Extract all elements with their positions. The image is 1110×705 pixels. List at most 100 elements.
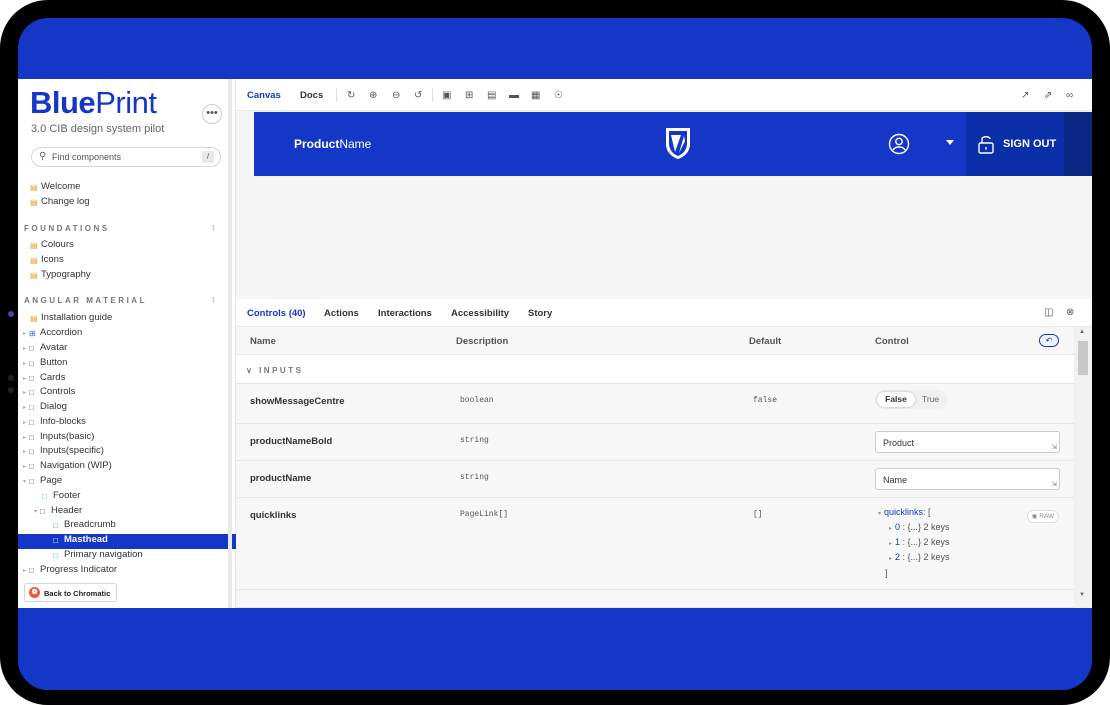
folder-icon: □ xyxy=(29,359,34,368)
prop-description: boolean xyxy=(460,396,494,405)
sidebar-item-progress-indicator[interactable]: ▸ □ Progress Indicator xyxy=(18,564,236,579)
controls-scrollbar[interactable]: ▲ ▼ xyxy=(1074,327,1092,608)
sidebar-item-info-blocks[interactable]: ▸ □ Info-blocks xyxy=(18,416,236,431)
sidebar-item-dialog[interactable]: ▸ □ Dialog xyxy=(18,401,236,416)
resize-handle-icon[interactable]: ⇲ xyxy=(1051,480,1057,488)
outline-icon[interactable]: ▦ xyxy=(531,90,540,101)
sidebar-item-colours[interactable]: ▤ Colours xyxy=(18,239,236,254)
reset-zoom-icon[interactable]: ↺ xyxy=(414,90,422,101)
sidebar-item-avatar[interactable]: ▸ □ Avatar xyxy=(18,342,236,357)
controls-table-header: Name Description Default Control ↶ xyxy=(236,327,1074,355)
more-options-button[interactable]: ••• xyxy=(202,104,222,124)
sidebar-item-page[interactable]: ▾ □ Page xyxy=(18,475,236,490)
reload-icon[interactable]: ↻ xyxy=(347,90,355,101)
sidebar-item-navigation[interactable]: ▸ □ Navigation (WIP) xyxy=(18,460,236,475)
chevron-down-icon[interactable] xyxy=(946,140,954,145)
zoom-out-icon[interactable]: ⊖ xyxy=(392,90,400,101)
json-close: ] xyxy=(885,568,888,578)
user-profile-icon[interactable] xyxy=(888,133,910,155)
scrollbar-thumb[interactable] xyxy=(1078,341,1088,375)
table-row: productNameBold string Product ⇲ xyxy=(236,424,1074,461)
scroll-up-icon[interactable]: ▲ xyxy=(1079,329,1085,335)
sidebar-item-accordion[interactable]: ▸ ⊞ Accordion xyxy=(18,327,236,342)
product-name-input[interactable]: Name ⇲ xyxy=(875,468,1060,490)
sidebar-item-masthead[interactable]: □ Masthead xyxy=(18,534,236,549)
sidebar-item-change-log[interactable]: ▤ Change log xyxy=(18,196,236,211)
document-icon: ▤ xyxy=(30,241,38,250)
column-header-description: Description xyxy=(456,336,509,347)
sidebar-item-welcome[interactable]: ▤ Welcome xyxy=(18,181,236,196)
folder-icon: □ xyxy=(29,477,34,486)
sidebar-item-header[interactable]: ▾ □ Header xyxy=(18,505,236,520)
sidebar-item-icons[interactable]: ▤ Icons xyxy=(18,254,236,269)
toggle-option-false[interactable]: False xyxy=(877,392,915,407)
json-root[interactable]: ▾ quicklinks: [ xyxy=(878,507,931,517)
sidebar-item-controls[interactable]: ▸ □ Controls xyxy=(18,386,236,401)
addons-tabbar: Controls (40) Actions Interactions Acces… xyxy=(236,299,1092,330)
sidebar-scrollbar[interactable] xyxy=(228,79,232,608)
back-to-chromatic-button[interactable]: ❁ Back to Chromatic xyxy=(24,583,117,602)
background-icon[interactable]: ▣ xyxy=(442,90,451,101)
sidebar-item-cards[interactable]: ▸ □ Cards xyxy=(18,372,236,387)
collapse-icon[interactable]: ↕ xyxy=(211,222,216,232)
sidebar: BluePrint 3.0 CIB design system pilot ••… xyxy=(18,79,236,608)
sidebar-item-footer[interactable]: □ Footer xyxy=(18,490,236,505)
zoom-in-icon[interactable]: ⊕ xyxy=(369,90,377,101)
sign-out-button[interactable]: SIGN OUT xyxy=(966,112,1064,176)
expand-icon[interactable]: ↕ xyxy=(211,294,216,304)
section-foundations[interactable]: FOUNDATIONS xyxy=(24,224,110,233)
copy-link-icon[interactable]: ∞ xyxy=(1066,90,1073,101)
reset-controls-button[interactable]: ↶ xyxy=(1039,334,1059,347)
prop-name: productNameBold xyxy=(250,436,333,447)
raw-json-button[interactable]: ◉ RAW xyxy=(1027,510,1059,523)
folder-icon: □ xyxy=(29,433,34,442)
prop-name: productName xyxy=(250,473,312,484)
toolbar: Canvas Docs ↻ ⊕ ⊖ ↺ ▣ ⊞ ▤ ▬ ▦ ☉ ↗ ⇗ ∞ xyxy=(236,79,1092,113)
tab-canvas[interactable]: Canvas xyxy=(245,90,283,113)
tab-docs[interactable]: Docs xyxy=(300,90,323,101)
toggle-option-true[interactable]: True xyxy=(922,394,939,404)
section-inputs-toggle[interactable]: ∨ INPUTS xyxy=(236,355,1074,384)
product-name-bold-input[interactable]: Product ⇲ xyxy=(875,431,1060,453)
json-entry[interactable]: ▸ 0 : {...} 2 keys xyxy=(889,522,950,532)
device-bottom-bar xyxy=(18,608,1092,690)
sidebar-item-breadcrumb[interactable]: □ Breadcrumb xyxy=(18,519,236,534)
chevron-right-icon: ▸ xyxy=(889,526,893,532)
tab-interactions[interactable]: Interactions xyxy=(378,308,432,319)
tab-story[interactable]: Story xyxy=(528,308,552,319)
logo-subtitle: 3.0 CIB design system pilot xyxy=(31,123,165,135)
search-input[interactable]: ⚲ Find components / xyxy=(31,147,221,167)
prop-default: [] xyxy=(753,510,763,519)
sidebar-item-typography[interactable]: ▤ Typography xyxy=(18,269,236,284)
folder-icon: □ xyxy=(29,418,34,427)
json-entry[interactable]: ▸ 1 : {...} 2 keys xyxy=(889,537,950,547)
fullscreen-icon[interactable]: ↗ xyxy=(1021,90,1029,101)
open-new-tab-icon[interactable]: ⇗ xyxy=(1044,90,1052,101)
chevron-right-icon: ▸ xyxy=(889,541,893,547)
sidebar-item-installation-guide[interactable]: ▤ Installation guide xyxy=(18,312,236,327)
folder-icon: □ xyxy=(29,403,34,412)
accessibility-icon[interactable]: ☉ xyxy=(554,90,563,101)
close-icon[interactable]: ⊗ xyxy=(1066,307,1074,318)
sidebar-item-button[interactable]: ▸ □ Button xyxy=(18,357,236,372)
measure-icon[interactable]: ▬ xyxy=(509,90,519,101)
masthead-edge xyxy=(1064,112,1092,176)
json-entry[interactable]: ▸ 2 : {...} 2 keys xyxy=(889,552,950,562)
section-angular-material[interactable]: ANGULAR MATERIAL xyxy=(24,296,147,305)
device-frame: BluePrint 3.0 CIB design system pilot ••… xyxy=(0,0,1110,705)
tab-actions[interactable]: Actions xyxy=(324,308,359,319)
sidebar-item-inputs-basic[interactable]: ▸ □ Inputs(basic) xyxy=(18,431,236,446)
scroll-down-icon[interactable]: ▼ xyxy=(1079,592,1085,598)
sidebar-item-primary-navigation[interactable]: □ Primary navigation xyxy=(18,549,236,564)
tab-accessibility[interactable]: Accessibility xyxy=(451,308,509,319)
sensor-dot xyxy=(8,375,14,381)
grid-icon[interactable]: ⊞ xyxy=(465,90,473,101)
boolean-toggle[interactable]: False True xyxy=(875,390,947,409)
sidebar-item-inputs-specific[interactable]: ▸ □ Inputs(specific) xyxy=(18,445,236,460)
app-screen: BluePrint 3.0 CIB design system pilot ••… xyxy=(18,79,1092,608)
viewport-icon[interactable]: ▤ xyxy=(487,90,496,101)
tab-controls[interactable]: Controls (40) xyxy=(241,308,312,330)
resize-handle-icon[interactable]: ⇲ xyxy=(1051,443,1057,451)
panel-orientation-icon[interactable]: ◫ xyxy=(1044,307,1053,318)
masthead-preview: ProductName SIGN OUT xyxy=(254,112,1092,176)
